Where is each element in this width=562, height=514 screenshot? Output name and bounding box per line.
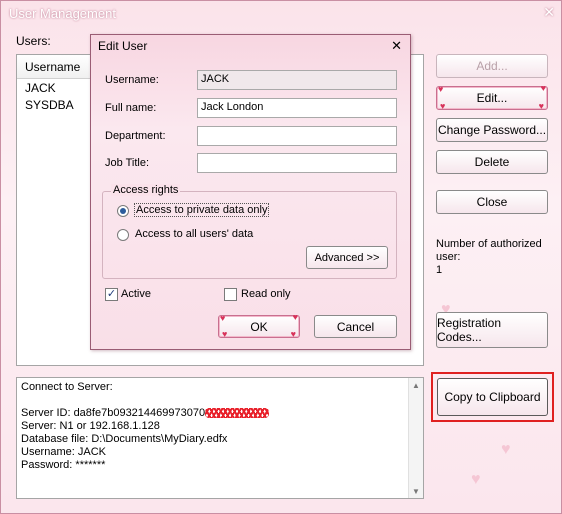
readonly-checkbox[interactable] bbox=[224, 288, 237, 301]
heart-decoration-icon: ♥ bbox=[501, 441, 511, 458]
info-line: Database file: D:\Documents\MyDiary.edfx bbox=[21, 433, 228, 445]
add-button[interactable]: Add... bbox=[436, 54, 548, 78]
username-label: Username: bbox=[105, 74, 159, 86]
change-password-button-label: Change Password... bbox=[437, 123, 547, 137]
change-password-button[interactable]: Change Password... bbox=[436, 118, 548, 142]
users-label: Users: bbox=[16, 34, 51, 48]
delete-button[interactable]: Delete bbox=[436, 150, 548, 174]
connection-info-textarea[interactable]: Connect to Server: Server ID: da8fe7b093… bbox=[16, 377, 424, 499]
window-titlebar[interactable]: User Management ✕ bbox=[1, 1, 561, 25]
access-private-radio[interactable] bbox=[117, 205, 129, 217]
access-all-radio[interactable] bbox=[117, 229, 129, 241]
window-close-icon[interactable]: ✕ bbox=[543, 4, 555, 21]
ok-button-label: OK bbox=[250, 319, 268, 334]
vertical-scrollbar[interactable]: ▲ ▼ bbox=[408, 378, 423, 498]
heart-decoration-icon: ♥ bbox=[471, 471, 481, 488]
copy-to-clipboard-button[interactable]: Copy to Clipboard bbox=[437, 378, 548, 416]
heart-icon: ♥ bbox=[220, 313, 226, 323]
add-button-label: Add... bbox=[476, 59, 508, 73]
cancel-button-label: Cancel bbox=[336, 319, 375, 334]
username-field[interactable]: JACK bbox=[197, 70, 397, 90]
info-line: Connect to Server: bbox=[21, 381, 113, 393]
delete-button-label: Delete bbox=[474, 155, 510, 169]
registration-codes-button[interactable]: Registration Codes... bbox=[436, 312, 548, 348]
user-management-window: ♥ ♥ ♥ ♥ User Management ✕ Users: Usernam… bbox=[0, 0, 562, 514]
info-line: Username: JACK bbox=[21, 446, 106, 458]
redaction-scribble bbox=[205, 408, 270, 419]
column-header-username[interactable]: Username bbox=[17, 55, 93, 79]
heart-icon: ♥ bbox=[538, 101, 544, 111]
window-title: User Management bbox=[9, 5, 116, 21]
scroll-down-icon[interactable]: ▼ bbox=[409, 484, 423, 498]
ok-button[interactable]: OK ♥ ♥ ♥ ♥ bbox=[218, 312, 300, 339]
edit-button-label: Edit... bbox=[476, 91, 508, 105]
edit-button[interactable]: Edit... ♥ ♥ ♥ ♥ bbox=[436, 83, 548, 111]
info-line: Server: N1 or 192.168.1.128 bbox=[21, 420, 160, 432]
scroll-up-icon[interactable]: ▲ bbox=[409, 378, 423, 392]
registration-codes-button-label: Registration Codes... bbox=[437, 316, 502, 344]
active-checkbox[interactable]: ✓ bbox=[105, 288, 118, 301]
heart-icon: ♥ bbox=[290, 329, 296, 339]
info-line-server-id: Server ID: da8fe7b093214469973070 bbox=[21, 407, 419, 420]
close-button[interactable]: Close bbox=[436, 190, 548, 214]
cancel-button[interactable]: Cancel bbox=[314, 315, 397, 338]
heart-icon: ♥ bbox=[438, 84, 444, 94]
advanced-button[interactable]: Advanced >> bbox=[306, 246, 388, 269]
dialog-close-icon[interactable]: ✕ bbox=[391, 38, 402, 54]
department-field[interactable] bbox=[197, 126, 397, 146]
access-rights-legend: Access rights bbox=[111, 184, 181, 196]
copy-to-clipboard-button-label: Copy to Clipboard bbox=[444, 390, 541, 404]
access-private-label[interactable]: Access to private data only bbox=[134, 203, 270, 217]
fullname-label: Full name: bbox=[105, 102, 157, 114]
access-all-label[interactable]: Access to all users' data bbox=[135, 228, 253, 240]
readonly-label[interactable]: Read only bbox=[241, 288, 291, 300]
fullname-field[interactable]: Jack London bbox=[197, 98, 397, 118]
dialog-title: Edit User bbox=[98, 39, 148, 53]
authorized-count: 1 bbox=[436, 264, 443, 276]
access-rights-group: Access rights Access to private data onl… bbox=[102, 184, 397, 279]
department-label: Department: bbox=[105, 130, 166, 142]
info-line bbox=[21, 394, 419, 407]
authorized-users-info: Number of authorized user: 1 bbox=[436, 238, 542, 277]
dialog-titlebar[interactable]: Edit User bbox=[91, 35, 410, 57]
authorized-label-line1: Number of authorized bbox=[436, 238, 542, 250]
server-id-text: Server ID: da8fe7b093214469973070 bbox=[21, 407, 206, 419]
heart-icon: ♥ bbox=[440, 101, 446, 111]
active-label[interactable]: Active bbox=[121, 288, 151, 300]
jobtitle-label: Job Title: bbox=[105, 157, 150, 169]
close-button-label: Close bbox=[476, 195, 508, 209]
authorized-label-line2: user: bbox=[436, 251, 461, 263]
heart-icon: ♥ bbox=[222, 329, 228, 339]
heart-icon: ♥ bbox=[292, 312, 298, 322]
heart-icon: ♥ bbox=[540, 83, 546, 93]
edit-user-dialog: Edit User ✕ Username: JACK Full name: Ja… bbox=[90, 34, 411, 350]
advanced-button-label: Advanced >> bbox=[314, 251, 380, 264]
info-line: Password: ******* bbox=[21, 459, 106, 471]
jobtitle-field[interactable] bbox=[197, 153, 397, 173]
